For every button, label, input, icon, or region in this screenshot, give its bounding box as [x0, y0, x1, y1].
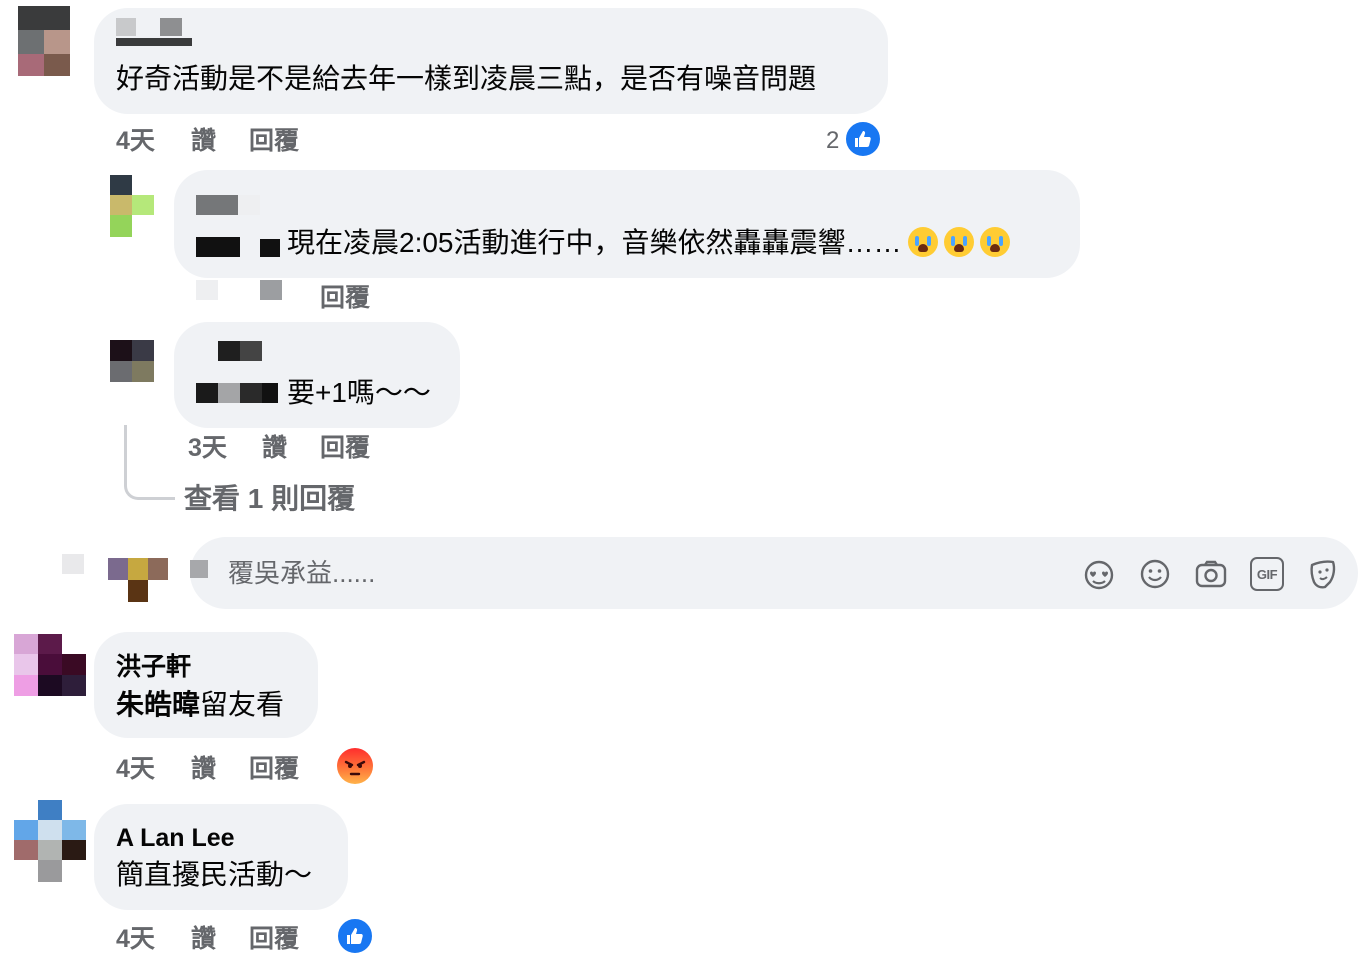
thread-connector-line — [124, 425, 175, 500]
avatar[interactable] — [18, 6, 70, 76]
comment-bubble — [94, 632, 318, 738]
comment-bubble — [174, 322, 460, 428]
like-reaction-icon[interactable] — [844, 120, 882, 158]
avatar-sticker-icon[interactable] — [1082, 557, 1116, 591]
crying-emoji-icon — [979, 227, 1010, 257]
avatar[interactable] — [14, 800, 86, 882]
comment-text: 好奇活動是不是給去年一樣到凌晨三點，是否有噪音問題 — [116, 63, 817, 94]
crying-emoji-icon — [907, 227, 938, 257]
comment-text: 現在凌晨2:05活動進行中，音樂依然轟轟震響…… — [287, 226, 1010, 260]
comment-time[interactable]: 4天 — [116, 126, 155, 156]
reply-link[interactable]: 回覆 — [320, 283, 370, 313]
view-replies-link[interactable]: 查看 1 則回覆 — [184, 482, 355, 516]
avatar[interactable] — [14, 634, 86, 696]
comment-time[interactable]: 3天 — [188, 433, 227, 463]
avatar[interactable] — [108, 558, 170, 604]
commenter-name-redacted[interactable] — [196, 195, 262, 215]
comment-text-body: 現在凌晨2:05活動進行中，音樂依然轟轟震響…… — [287, 227, 902, 258]
sticker-icon[interactable] — [1306, 557, 1340, 591]
comment-bubble — [94, 8, 888, 114]
comment-text-body: 留友看 — [200, 689, 285, 720]
reply-link[interactable]: 回覆 — [249, 126, 299, 156]
avatar[interactable] — [110, 340, 154, 382]
angry-reaction-icon[interactable] — [337, 748, 373, 784]
camera-icon[interactable] — [1194, 557, 1228, 591]
commenter-name-redacted[interactable] — [218, 341, 262, 361]
like-reaction-icon[interactable] — [336, 917, 374, 955]
comment-time[interactable]: 4天 — [116, 754, 155, 784]
like-link[interactable]: 讚 — [262, 433, 287, 463]
reply-input[interactable]: 覆吳承益...... — [228, 556, 375, 590]
like-link[interactable]: 讚 — [191, 754, 216, 784]
comment-text: 簡直擾民活動～ — [116, 859, 313, 890]
redacted-block — [62, 554, 84, 574]
crying-emoji-icon — [943, 227, 974, 257]
commenter-name-redacted[interactable] — [116, 18, 192, 48]
comment-time[interactable]: 4天 — [116, 924, 155, 954]
like-link[interactable]: 讚 — [191, 924, 216, 954]
comment-bubble — [174, 170, 1080, 278]
like-link[interactable]: 讚 — [191, 126, 216, 156]
gif-icon[interactable]: GIF — [1250, 557, 1284, 591]
gif-label: GIF — [1256, 566, 1278, 582]
avatar[interactable] — [110, 175, 154, 237]
commenter-name[interactable]: 洪子軒 — [116, 652, 191, 682]
comment-text: 朱皓暐留友看 — [116, 688, 284, 722]
reaction-count[interactable]: 2 — [826, 126, 839, 156]
redacted-block — [190, 560, 208, 578]
commenter-name[interactable]: A Lan Lee — [116, 823, 235, 853]
mention-redacted[interactable] — [196, 237, 284, 259]
reply-link[interactable]: 回覆 — [249, 924, 299, 954]
reply-link[interactable]: 回覆 — [320, 433, 370, 463]
comment-bubble — [94, 804, 348, 910]
comment-text: 要+1嗎～～ — [287, 377, 431, 408]
mention-link[interactable]: 朱皓暐 — [116, 689, 200, 720]
emoji-icon[interactable] — [1138, 557, 1172, 591]
mention-redacted[interactable] — [196, 383, 284, 403]
reply-link[interactable]: 回覆 — [249, 754, 299, 784]
comment-meta-redacted — [196, 280, 286, 302]
